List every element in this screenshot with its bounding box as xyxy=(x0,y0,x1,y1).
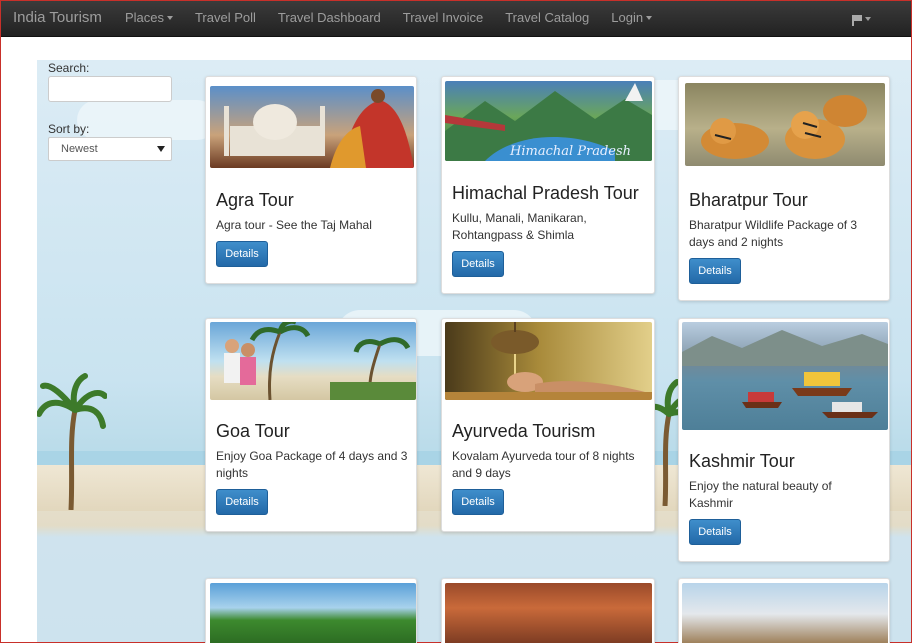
top-navbar: India Tourism Places Travel Poll Travel … xyxy=(1,1,911,37)
nav-travel-catalog[interactable]: Travel Catalog xyxy=(494,1,600,37)
shikara-lake-image xyxy=(682,330,888,418)
mountain-train-image: Himachal Pradesh xyxy=(445,83,652,161)
nav-travel-dashboard[interactable]: Travel Dashboard xyxy=(267,1,392,37)
sort-label: Sort by: xyxy=(48,122,90,136)
details-button[interactable]: Details xyxy=(689,519,741,545)
kashmir-tour-image xyxy=(682,322,888,430)
dropdown-arrow-icon xyxy=(157,146,165,152)
cloud-decoration xyxy=(77,100,217,140)
tour-card-ayurveda: Ayurveda Tourism Kovalam Ayurveda tour o… xyxy=(441,318,655,532)
sort-selected-value: Newest xyxy=(61,143,98,155)
details-button[interactable]: Details xyxy=(452,489,504,515)
tour-title: Ayurveda Tourism xyxy=(452,421,596,441)
tour-description: Kullu, Manali, Manikaran, Rohtangpass & … xyxy=(452,211,587,242)
beach-couple-image xyxy=(224,322,416,400)
nav-login[interactable]: Login xyxy=(600,1,663,37)
tour-description: Enjoy Goa Package of 4 days and 3 nights xyxy=(216,449,408,480)
search-input[interactable] xyxy=(48,76,172,102)
search-label: Search: xyxy=(48,61,90,75)
details-button[interactable]: Details xyxy=(689,258,741,284)
oil-massage-image xyxy=(445,322,652,400)
tour-title: Goa Tour xyxy=(216,421,290,441)
flag-icon xyxy=(852,14,862,26)
palm-grove-image xyxy=(210,583,416,643)
nav-travel-poll[interactable]: Travel Poll xyxy=(184,1,267,37)
goa-tour-image xyxy=(210,322,416,400)
tour-card-bharatpur: Bharatpur Tour Bharatpur Wildlife Packag… xyxy=(678,76,890,301)
nav-login-label: Login xyxy=(611,9,644,25)
palm-tree-icon xyxy=(37,373,107,510)
details-button[interactable]: Details xyxy=(216,241,268,267)
language-menu[interactable] xyxy=(852,1,871,37)
tour-title: Bharatpur Tour xyxy=(689,190,808,210)
image-caption: Himachal Pradesh xyxy=(509,144,631,159)
camel-taj-image xyxy=(682,583,888,643)
tour-description: Bharatpur Wildlife Package of 3 days and… xyxy=(689,218,858,249)
taj-mahal-image xyxy=(224,89,414,168)
tour-title: Himachal Pradesh Tour xyxy=(452,183,639,203)
tour-title: Agra Tour xyxy=(216,190,294,210)
bharatpur-tour-image xyxy=(685,83,885,166)
temple-image xyxy=(445,583,652,643)
tour-card-himachal: Himachal Pradesh Himachal Pradesh Tour K… xyxy=(441,76,655,294)
ayurveda-tour-image xyxy=(445,322,652,400)
agra-tour-image xyxy=(210,86,414,168)
nav-places-label: Places xyxy=(124,9,164,25)
tour-card-partial xyxy=(205,578,417,643)
nav-travel-invoice[interactable]: Travel Invoice xyxy=(392,1,494,37)
nav-places[interactable]: Places xyxy=(114,1,184,37)
tour-card-partial xyxy=(678,578,890,643)
brand-link[interactable]: India Tourism xyxy=(1,1,114,37)
caret-down-icon xyxy=(646,16,653,21)
tigers-image xyxy=(701,95,867,159)
details-button[interactable]: Details xyxy=(216,489,268,515)
tour-title: Kashmir Tour xyxy=(689,451,795,471)
tour-card-kashmir: Kashmir Tour Enjoy the natural beauty of… xyxy=(678,318,890,562)
tour-card-goa: Goa Tour Enjoy Goa Package of 4 days and… xyxy=(205,318,417,532)
tour-card-partial xyxy=(441,578,655,643)
sort-select[interactable]: Newest xyxy=(48,137,172,161)
tour-description: Agra tour - See the Taj Mahal xyxy=(216,218,372,232)
tour-description: Kovalam Ayurveda tour of 8 nights and 9 … xyxy=(452,449,635,480)
caret-down-icon xyxy=(865,17,871,21)
tour-description: Enjoy the natural beauty of Kashmir xyxy=(689,479,832,510)
tour-card-agra: Agra Tour Agra tour - See the Taj Mahal … xyxy=(205,76,417,284)
caret-down-icon xyxy=(166,16,173,21)
himachal-tour-image: Himachal Pradesh xyxy=(445,81,652,161)
details-button[interactable]: Details xyxy=(452,251,504,277)
